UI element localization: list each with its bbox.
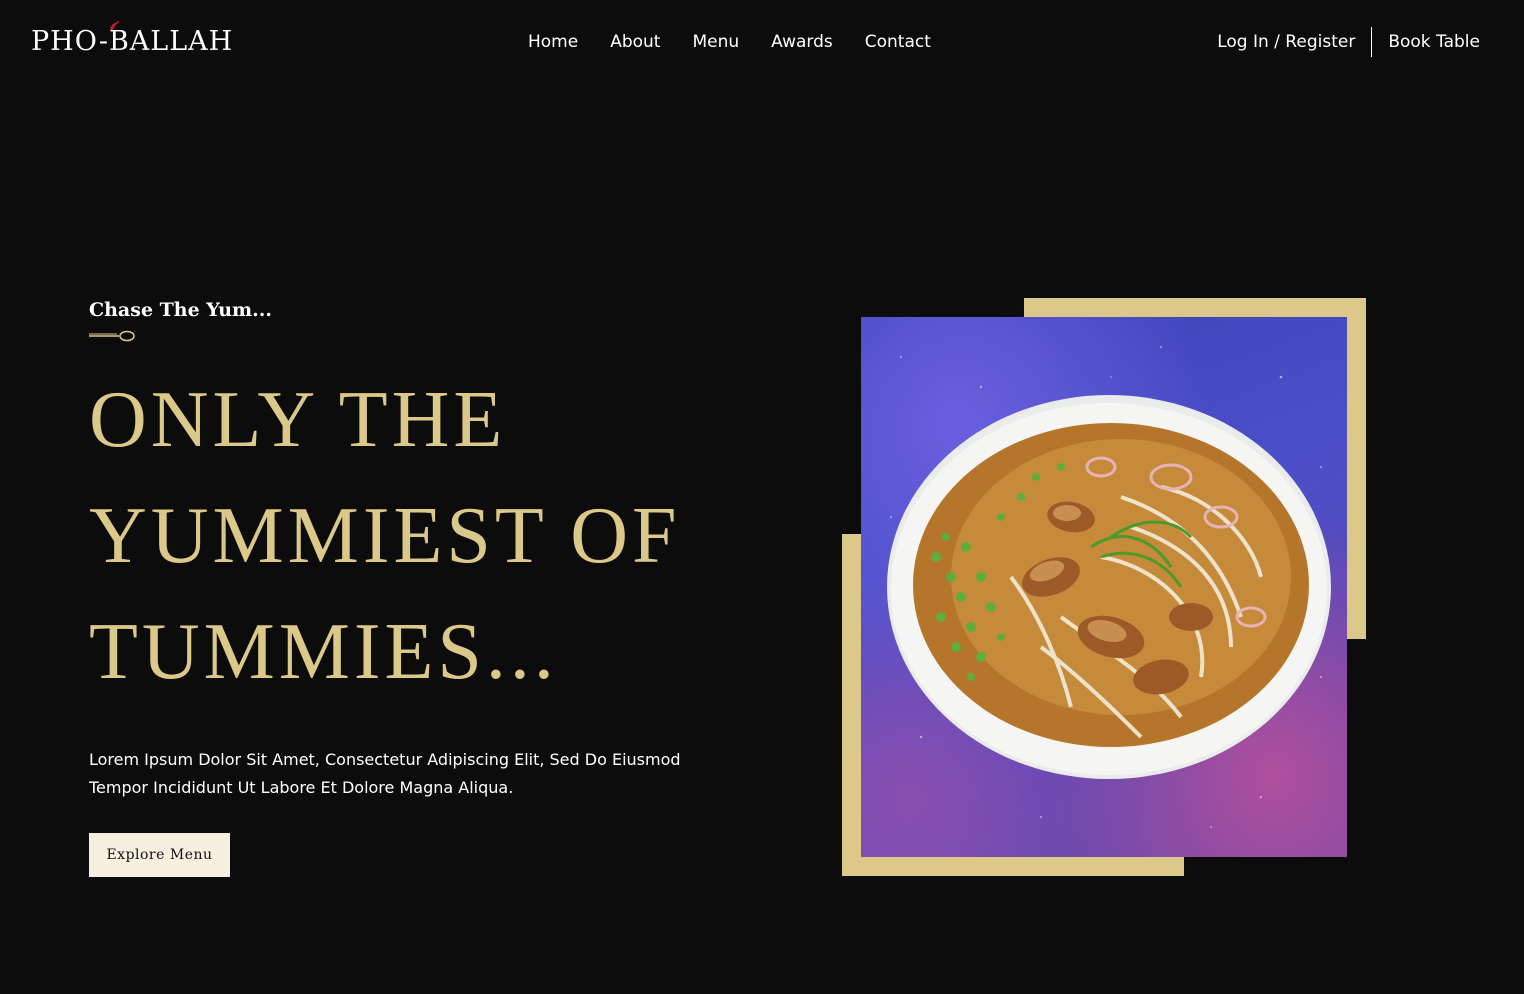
explore-menu-button[interactable]: Explore Menu xyxy=(89,833,230,877)
hero-eyebrow: Chase The Yum... xyxy=(89,299,272,321)
main-nav: Home About Menu Awards Contact xyxy=(528,31,931,53)
book-table-link[interactable]: Book Table xyxy=(1388,31,1480,53)
brand-name: PHO-BALLAH xyxy=(31,26,234,57)
hero-description: Lorem Ipsum Dolor Sit Amet, Consectetur … xyxy=(89,746,709,802)
nav-menu[interactable]: Menu xyxy=(692,31,739,53)
headline-line-3: TUMMIES... xyxy=(89,608,558,696)
nav-contact[interactable]: Contact xyxy=(865,31,931,53)
nav-about[interactable]: About xyxy=(610,31,660,53)
hero-headline: ONLY THE YUMMIEST OF TUMMIES... xyxy=(89,362,809,710)
headline-line-2: YUMMIEST OF xyxy=(89,492,681,580)
nav-home[interactable]: Home xyxy=(528,31,578,53)
pho-bowl-image xyxy=(861,317,1347,857)
header-divider xyxy=(1371,27,1373,57)
spoon-icon xyxy=(89,330,135,342)
description-line-1: Lorem Ipsum Dolor Sit Amet, Consectetur … xyxy=(89,750,681,769)
headline-line-1: ONLY THE xyxy=(89,376,507,464)
login-register-link[interactable]: Log In / Register xyxy=(1217,31,1355,53)
description-line-2: Tempor Incididunt Ut Labore Et Dolore Ma… xyxy=(89,778,514,797)
chili-icon xyxy=(110,20,120,30)
site-header: PHO-BALLAH Home About Menu Awards Contac… xyxy=(0,0,1524,84)
header-actions: Log In / Register Book Table xyxy=(1217,27,1480,57)
nav-awards[interactable]: Awards xyxy=(771,31,833,53)
pho-bowl-illustration xyxy=(887,346,1331,828)
brand-logo[interactable]: PHO-BALLAH xyxy=(31,20,234,58)
